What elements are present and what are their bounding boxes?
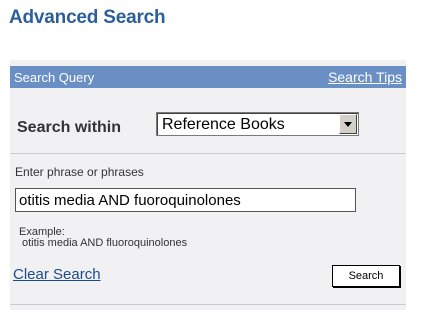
search-within-select[interactable]: Reference Books — [156, 112, 359, 136]
phrase-input[interactable] — [15, 188, 356, 212]
search-button[interactable]: Search — [332, 265, 400, 287]
panel-header: Search Query Search Tips — [10, 66, 406, 88]
phrase-label: Enter phrase or phrases — [15, 165, 144, 179]
example-text: otitis media AND fluoroquinolones — [22, 237, 188, 249]
panel-header-title: Search Query — [14, 70, 95, 85]
section-divider — [10, 304, 406, 305]
page-title: Advanced Search — [9, 7, 166, 28]
search-panel: Search Query Search Tips Search within R… — [10, 60, 406, 310]
search-within-value: Reference Books — [162, 116, 285, 133]
search-tips-link[interactable]: Search Tips — [328, 69, 402, 85]
search-within-label: Search within — [17, 119, 122, 136]
chevron-down-icon[interactable] — [339, 114, 357, 134]
clear-search-link[interactable]: Clear Search — [13, 266, 101, 283]
section-divider — [10, 153, 406, 154]
